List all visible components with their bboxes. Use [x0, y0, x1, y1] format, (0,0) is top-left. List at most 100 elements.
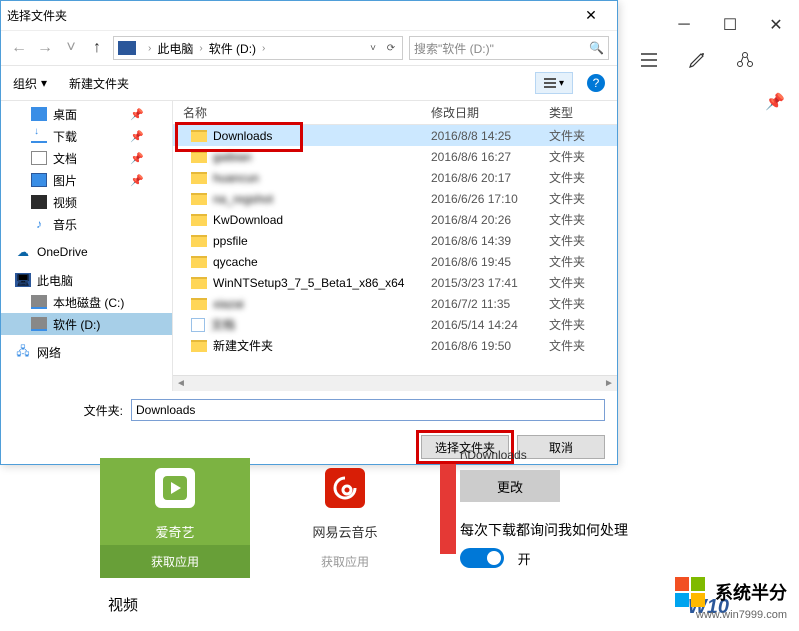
hdd_c-icon [31, 295, 47, 309]
document-icon [191, 318, 205, 332]
sidebar-item[interactable]: ♪ 音乐 [1, 213, 172, 235]
folder-name-label: 文件夹: [13, 402, 123, 419]
file-row[interactable]: xiazai2016/7/2 11:35文件夹 [173, 293, 617, 314]
sidebar-item-network[interactable]: 🖧网络 [1, 341, 172, 363]
folder-icon [191, 214, 207, 226]
nav-back-icon[interactable]: ← [9, 38, 29, 58]
folder-icon [191, 172, 207, 184]
sidebar-item[interactable]: 桌面📌 [1, 103, 172, 125]
file-row[interactable]: 新建文件夹2016/8/6 19:50文件夹 [173, 335, 617, 356]
folder-icon [191, 235, 207, 247]
pin-icon: 📌 [130, 130, 144, 143]
sidebar-item-label: 视频 [53, 194, 77, 211]
drive-icon [118, 41, 136, 55]
file-row[interactable]: 文档2016/5/14 14:24文件夹 [173, 314, 617, 335]
sidebar-item-label: 音乐 [53, 216, 77, 233]
scroll-left-icon[interactable]: ◄ [173, 378, 189, 389]
chevron-right-icon: › [199, 43, 202, 54]
folder-icon [191, 130, 207, 142]
sidebar-item-hdd_d[interactable]: 软件 (D:) [1, 313, 172, 335]
folder-icon [191, 277, 207, 289]
get-app-button[interactable]: 获取应用 [100, 545, 250, 578]
app-tile-netease[interactable]: 网易云音乐 获取应用 [270, 458, 420, 578]
folder-icon [191, 256, 207, 268]
download-icon [31, 129, 47, 143]
nav-recent-icon[interactable]: ˅ [61, 38, 81, 58]
file-row[interactable]: KwDownload2016/8/4 20:26文件夹 [173, 209, 617, 230]
breadcrumb-dropdown-icon[interactable]: ˅ [364, 43, 382, 54]
scroll-right-icon[interactable]: ► [601, 378, 617, 389]
close-icon[interactable]: ✕ [571, 7, 611, 24]
folder-name-input[interactable] [131, 399, 605, 421]
breadcrumb-root[interactable]: 此电脑 [157, 40, 193, 57]
sidebar-item-label: 桌面 [53, 106, 77, 123]
sidebar-item-label: 下载 [53, 128, 77, 145]
sidebar: 桌面📌 下载 📌 文档📌图片📌 视频 ♪ 音乐 ☁OneDrive 🖥 此电脑本地磁盘 (C:) 软… [1, 101, 173, 391]
file-row[interactable]: na_regshot2016/6/26 17:10文件夹 [173, 188, 617, 209]
search-icon: 🔍 [589, 41, 604, 55]
file-row[interactable]: WinNTSetup3_7_5_Beta1_x86_x642015/3/23 1… [173, 272, 617, 293]
sidebar-item-label: 图片 [53, 172, 77, 189]
bg-maximize-button[interactable]: ☐ [707, 10, 753, 40]
column-header-type[interactable]: 类型 [549, 104, 617, 121]
sidebar-item[interactable]: 下载 📌 [1, 125, 172, 147]
pen-icon[interactable] [687, 50, 707, 75]
view-options-button[interactable]: ▾ [535, 72, 573, 94]
pin-icon[interactable]: 📌 [765, 92, 785, 112]
app-name: 爱奇艺 [100, 518, 250, 545]
pc-icon: 🖥 [15, 273, 31, 287]
folder-icon [191, 340, 207, 352]
file-row[interactable]: Downloads2016/8/8 14:25文件夹 [173, 125, 617, 146]
share-icon[interactable] [735, 50, 755, 75]
sidebar-item-label: 网络 [37, 344, 61, 361]
file-list: Downloads2016/8/8 14:25文件夹gaibian2016/8/… [173, 125, 617, 375]
chevron-down-icon: ▾ [41, 76, 47, 90]
sidebar-item[interactable]: 图片📌 [1, 169, 172, 191]
sidebar-item-pc[interactable]: 🖥 此电脑 [1, 269, 172, 291]
sidebar-item-label: 本地磁盘 (C:) [53, 294, 124, 311]
dialog-title: 选择文件夹 [7, 7, 67, 24]
watermark-text: 系统半分 [715, 583, 787, 603]
change-button[interactable]: 更改 [460, 470, 560, 502]
sidebar-item[interactable]: 视频 [1, 191, 172, 213]
doc-icon [31, 151, 47, 165]
chevron-right-icon: › [262, 43, 265, 54]
organize-menu[interactable]: 组织 ▾ [13, 75, 47, 92]
sidebar-item-onedrive[interactable]: ☁OneDrive [1, 241, 172, 263]
menu-icon[interactable] [639, 50, 659, 75]
column-header-date[interactable]: 修改日期 [431, 104, 549, 121]
breadcrumb-drive[interactable]: 软件 (D:) [209, 40, 256, 57]
download-path: r\Downloads [460, 448, 628, 462]
file-row[interactable]: huancun2016/8/6 20:17文件夹 [173, 167, 617, 188]
iqiyi-icon [139, 458, 211, 518]
onedrive-icon: ☁ [15, 245, 31, 259]
folder-picker-dialog: 选择文件夹 ✕ ← → ˅ ↑ › 此电脑 › 软件 (D:) › ˅⟳ 搜索"… [0, 0, 618, 465]
breadcrumb-refresh-icon[interactable]: ⟳ [382, 43, 400, 54]
help-icon[interactable]: ? [587, 74, 605, 92]
column-header-name[interactable]: 名称 [173, 104, 431, 121]
search-input[interactable]: 搜索"软件 (D:)" 🔍 [409, 36, 609, 60]
sidebar-item-label: 软件 (D:) [53, 316, 100, 333]
file-row[interactable]: ppsfile2016/8/6 14:39文件夹 [173, 230, 617, 251]
new-folder-button[interactable]: 新建文件夹 [69, 75, 129, 92]
sidebar-item-label: 文档 [53, 150, 77, 167]
sidebar-item-label: 此电脑 [37, 272, 73, 289]
sidebar-item-hdd_c[interactable]: 本地磁盘 (C:) [1, 291, 172, 313]
pic-icon [31, 173, 47, 187]
file-row[interactable]: qycache2016/8/6 19:45文件夹 [173, 251, 617, 272]
app-name: 网易云音乐 [270, 518, 420, 545]
bg-close-button[interactable]: ✕ [753, 10, 799, 40]
sidebar-item[interactable]: 文档📌 [1, 147, 172, 169]
watermark: 系统半分 www.win7999.com [675, 577, 787, 621]
nav-up-icon[interactable]: ↑ [87, 38, 107, 58]
music-icon: ♪ [31, 217, 47, 231]
desktop-icon [31, 107, 47, 121]
horizontal-scrollbar[interactable]: ◄ ► [173, 375, 617, 391]
app-tile-iqiyi[interactable]: 爱奇艺 获取应用 [100, 458, 250, 578]
get-app-button[interactable]: 获取应用 [270, 545, 420, 578]
ask-toggle[interactable] [460, 548, 504, 568]
bg-minimize-button[interactable]: ─ [661, 10, 707, 40]
file-row[interactable]: gaibian2016/8/6 16:27文件夹 [173, 146, 617, 167]
breadcrumb[interactable]: › 此电脑 › 软件 (D:) › ˅⟳ [113, 36, 403, 60]
toggle-state-label: 开 [518, 552, 531, 567]
